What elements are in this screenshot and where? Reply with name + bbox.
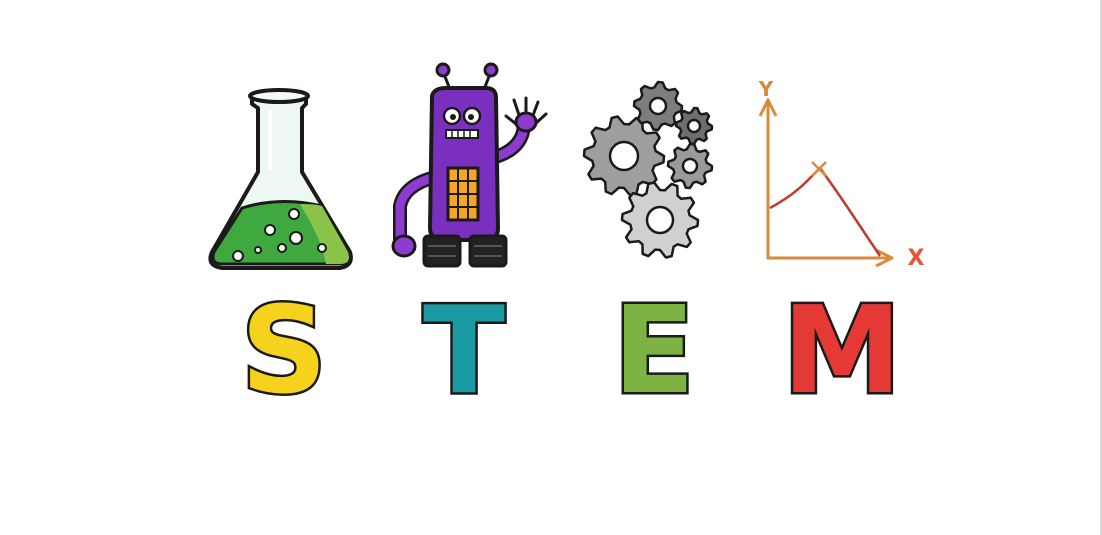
graph-x-label: X [908, 246, 925, 271]
gear-small-right-icon [674, 106, 714, 146]
gears-icon [582, 80, 714, 259]
gear-mid-right-icon [666, 142, 714, 190]
letter-t: T [423, 282, 505, 421]
stem-illustration: Y X S T E M [0, 0, 1102, 535]
gear-bottom-icon [620, 181, 700, 259]
graph-icon: Y X [758, 77, 925, 271]
flask-icon [208, 88, 353, 270]
stem-illustration-canvas: Y X S T E M [0, 0, 1102, 535]
robot-icon [391, 62, 548, 268]
gear-top-icon [632, 80, 684, 132]
letter-m: M [782, 282, 901, 421]
letter-s: S [241, 282, 327, 421]
graph-y-label: Y [758, 77, 774, 101]
letter-e: E [613, 282, 695, 421]
